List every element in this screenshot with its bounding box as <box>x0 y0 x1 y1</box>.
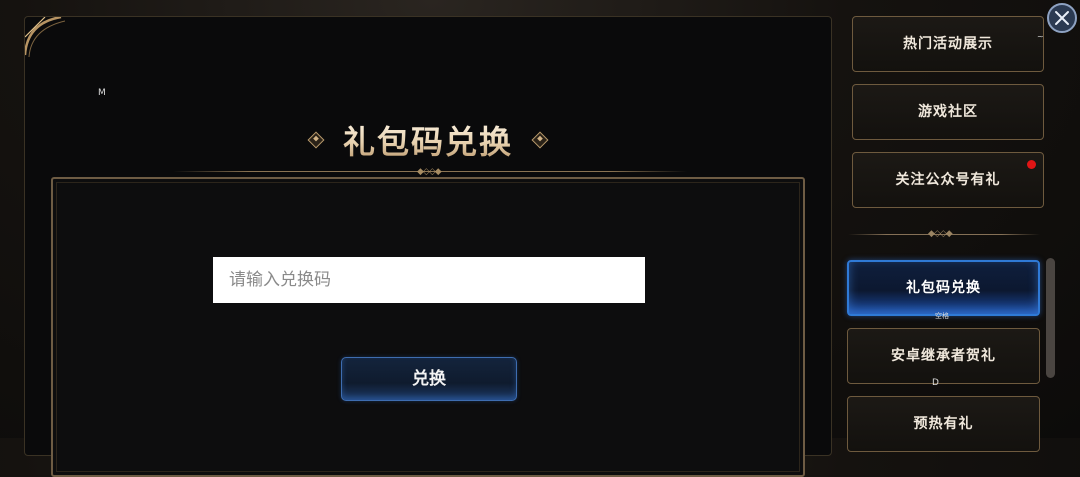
key-hint-d: D <box>932 378 939 388</box>
divider-ornament-icon: ◆◇◇◆ <box>928 229 953 239</box>
sidebar-item-community[interactable]: 游戏社区 <box>852 84 1044 140</box>
key-hint-space: 空格 <box>935 312 949 320</box>
divider-ornament-icon: ◆◇◇◆ <box>417 167 442 177</box>
list-item-label: 预热有礼 <box>913 416 974 432</box>
sidebar-item-label: 关注公众号有礼 <box>895 172 1001 188</box>
diamond-ornament-icon <box>531 131 549 149</box>
gift-code-input[interactable] <box>213 257 645 303</box>
sidebar-item-label: 热门活动展示 <box>903 36 993 52</box>
page-title-row: 礼包码兑换 <box>25 117 831 163</box>
list-item-preheat[interactable]: 预热有礼 <box>847 396 1040 452</box>
sidebar-item-hot-events[interactable]: 热门活动展示 <box>852 16 1044 72</box>
main-panel: M A 礼包码兑换 ◆◇◇◆ 兑换 <box>24 16 832 477</box>
list-item-android-heir[interactable]: 安卓继承者贺礼 <box>847 328 1040 384</box>
list-scrollbar[interactable] <box>1046 258 1055 378</box>
sidebar-mark: ~ <box>1037 32 1044 41</box>
redeem-button[interactable]: 兑换 <box>341 357 517 401</box>
list-item-label: 安卓继承者贺礼 <box>891 348 996 364</box>
page-title: 礼包码兑换 <box>343 117 513 163</box>
close-icon <box>1055 11 1069 25</box>
sidebar-item-follow-account[interactable]: 关注公众号有礼 <box>852 152 1044 208</box>
redeem-frame <box>51 177 805 477</box>
diamond-ornament-icon <box>307 131 325 149</box>
key-hint-m: M <box>98 88 106 98</box>
sidebar-item-label: 游戏社区 <box>918 104 978 120</box>
notification-dot <box>1027 160 1036 169</box>
list-item-gift-code[interactable]: 礼包码兑换 <box>847 260 1040 316</box>
corner-ornament-icon <box>25 17 65 57</box>
close-button[interactable] <box>1047 3 1077 33</box>
list-item-label: 礼包码兑换 <box>906 280 981 296</box>
